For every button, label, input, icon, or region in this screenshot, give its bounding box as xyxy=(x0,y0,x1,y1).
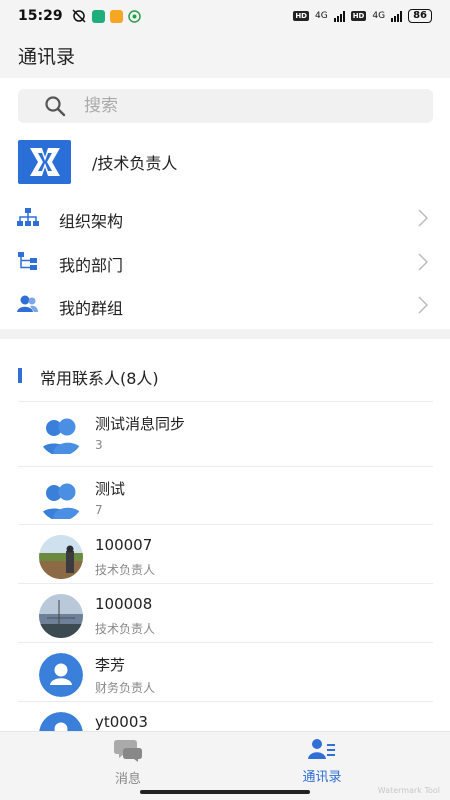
hd-badge: HD xyxy=(293,11,309,21)
search-input[interactable] xyxy=(84,96,384,116)
company-logo xyxy=(18,140,71,184)
network-type: 4G xyxy=(372,11,386,21)
contact-name: 测试消息同步 xyxy=(95,415,186,433)
network-type: 4G xyxy=(315,11,328,21)
section-divider xyxy=(0,329,450,339)
contact-row[interactable]: 100007 技术负责人 xyxy=(18,524,433,582)
menu-item-my-department[interactable]: 我的部门 xyxy=(0,241,450,283)
contact-name: yt0003 xyxy=(95,713,148,731)
profile-name: /技术负责人 xyxy=(92,154,178,173)
status-bar: 15:29 HD 4G HD 4G 86 xyxy=(0,0,450,32)
contact-subtitle: 技术负责人 xyxy=(95,563,156,577)
contact-subtitle: 3 xyxy=(95,438,103,452)
menu-item-my-groups[interactable]: 我的群组 xyxy=(0,284,450,326)
tab-label: 消息 xyxy=(114,772,141,787)
menu-item-org-structure[interactable]: 组织架构 xyxy=(0,197,450,239)
contact-row[interactable]: 测试 7 xyxy=(18,466,433,524)
contact-row[interactable]: 李芳 财务负责人 xyxy=(18,642,433,700)
chevron-right-icon xyxy=(418,296,428,314)
menu-item-label: 我的群组 xyxy=(59,299,124,318)
org-chart-icon xyxy=(17,208,39,226)
page-title: 通讯录 xyxy=(18,46,76,68)
chevron-right-icon xyxy=(418,253,428,271)
hd-badge: HD xyxy=(350,11,367,21)
photo-avatar xyxy=(39,535,83,579)
alarm-off-icon xyxy=(72,9,86,23)
watermark: Watermark Tool xyxy=(377,786,440,795)
chevron-right-icon xyxy=(418,209,428,227)
tab-label: 通讯录 xyxy=(302,770,342,785)
menu-item-label: 我的部门 xyxy=(59,256,124,275)
contact-row[interactable]: 100008 技术负责人 xyxy=(18,583,433,641)
photo-avatar xyxy=(39,594,83,638)
logo-icon xyxy=(29,148,60,176)
tab-contacts[interactable]: 通讯录 xyxy=(262,738,382,785)
battery-icon: 86 xyxy=(408,9,432,23)
app-notification-icon xyxy=(91,9,105,23)
contact-subtitle: 技术负责人 xyxy=(95,622,156,636)
search-bar[interactable] xyxy=(18,89,433,123)
tab-messages[interactable]: 消息 xyxy=(68,738,188,787)
search-icon xyxy=(45,96,66,117)
contact-name: 李芳 xyxy=(95,656,126,674)
header: 通讯录 xyxy=(0,32,450,78)
contact-row[interactable]: 测试消息同步 3 xyxy=(18,401,433,459)
home-indicator[interactable] xyxy=(140,790,310,794)
department-icon xyxy=(18,252,37,270)
signal-icon xyxy=(391,10,403,22)
frequent-contacts-header: 常用联系人(8人) xyxy=(0,363,450,389)
contact-name: 100008 xyxy=(95,595,153,613)
group-avatar-icon xyxy=(39,477,83,521)
section-title: 常用联系人(8人) xyxy=(40,369,159,388)
chat-bubble-icon xyxy=(114,740,142,762)
menu-item-label: 组织架构 xyxy=(59,212,124,231)
group-icon xyxy=(17,295,38,312)
app-notification-icon xyxy=(109,9,123,23)
signal-icon xyxy=(333,10,345,22)
contact-subtitle: 财务负责人 xyxy=(95,681,156,695)
section-accent-bar xyxy=(18,368,22,383)
status-time: 15:29 xyxy=(18,8,63,24)
company-profile[interactable]: /技术负责人 xyxy=(18,140,433,184)
contacts-icon xyxy=(308,739,335,759)
contact-subtitle: 7 xyxy=(95,503,103,517)
contact-name: 测试 xyxy=(95,480,126,498)
group-avatar-icon xyxy=(39,412,83,456)
contact-name: 100007 xyxy=(95,536,153,554)
person-avatar-icon xyxy=(39,653,83,697)
app-notification-icon xyxy=(127,9,141,23)
